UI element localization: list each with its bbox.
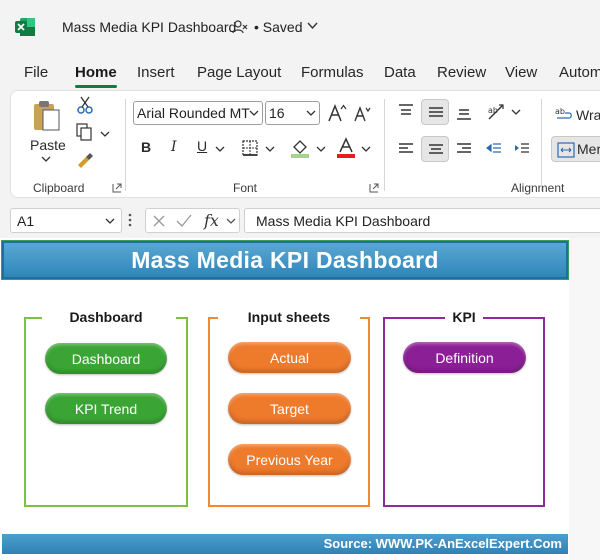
format-painter-icon[interactable]: [75, 151, 95, 169]
kpi-panel: KPI Definition: [383, 309, 545, 507]
tab-file[interactable]: File: [24, 64, 48, 81]
fill-color-chevron-down-icon[interactable]: [316, 146, 326, 153]
formula-bar: A1 fx Mass Media KPI Dashboard: [0, 200, 600, 238]
clipboard-group-label: Clipboard: [33, 181, 85, 195]
name-box[interactable]: A1: [10, 208, 122, 233]
increase-font-size-icon[interactable]: [327, 103, 347, 123]
chevron-down-icon[interactable]: [226, 218, 236, 225]
fill-color-icon[interactable]: [289, 137, 311, 159]
font-name-value: Arial Rounded MT: [137, 105, 250, 121]
copy-icon[interactable]: [75, 123, 95, 141]
svg-text:ab: ab: [555, 107, 565, 116]
merge-center-button[interactable]: Mer: [551, 136, 600, 162]
more-options-icon[interactable]: [128, 212, 132, 228]
tab-data[interactable]: Data: [384, 64, 416, 81]
tab-review[interactable]: Review: [437, 64, 486, 81]
bottom-align-icon[interactable]: [455, 105, 473, 121]
font-name-select[interactable]: Arial Rounded MT: [133, 101, 263, 125]
tab-view[interactable]: View: [505, 64, 537, 81]
dashboard-panel-title: Dashboard: [69, 309, 143, 325]
decrease-indent-icon[interactable]: [485, 141, 503, 157]
underline-chevron-down-icon[interactable]: [215, 146, 225, 153]
dashboard-button[interactable]: Dashboard: [45, 343, 167, 374]
copy-chevron-down-icon[interactable]: [100, 131, 110, 138]
separator: [125, 99, 126, 191]
title-bar: Mass Media KPI Dashboard • Saved: [0, 0, 600, 56]
wrap-text-icon[interactable]: ab: [555, 105, 573, 123]
orientation-chevron-down-icon[interactable]: [511, 109, 521, 116]
input-sheets-panel: Input sheets Actual Target Previous Year: [208, 309, 370, 507]
font-size-value: 16: [269, 105, 285, 121]
chevron-down-icon: [249, 110, 259, 116]
tab-insert[interactable]: Insert: [137, 64, 175, 81]
kpi-panel-title: KPI: [452, 309, 476, 325]
tab-page-layout[interactable]: Page Layout: [197, 64, 281, 81]
alignment-group-label: Alignment: [511, 181, 565, 195]
merge-center-label: Mer: [577, 141, 600, 157]
svg-text:ab: ab: [488, 106, 498, 115]
paste-icon[interactable]: [31, 99, 63, 133]
actual-button[interactable]: Actual: [228, 342, 351, 373]
definition-button[interactable]: Definition: [403, 342, 526, 373]
cancel-icon[interactable]: [153, 215, 165, 227]
align-center-icon: [429, 144, 443, 154]
insert-function-icon[interactable]: fx: [204, 211, 219, 230]
clipboard-launcher-icon[interactable]: [112, 183, 122, 193]
dashboard-panel: Dashboard Dashboard KPI Trend: [24, 309, 188, 507]
active-tab-indicator: [75, 85, 117, 88]
document-title[interactable]: Mass Media KPI Dashboard: [62, 19, 236, 35]
font-size-select[interactable]: 16: [265, 101, 320, 125]
italic-icon[interactable]: I: [171, 139, 177, 155]
source-footer: Source: WWW.PK-AnExcelExpert.Com: [2, 534, 568, 554]
formula-input[interactable]: Mass Media KPI Dashboard: [244, 208, 600, 233]
name-box-value: A1: [17, 213, 35, 229]
align-center-button[interactable]: [421, 136, 449, 162]
worksheet[interactable]: Mass Media KPI Dashboard Dashboard Dashb…: [0, 238, 600, 560]
ribbon-tabs: File Home Insert Page Layout Formulas Da…: [0, 56, 600, 88]
formula-actions: fx: [145, 208, 240, 233]
middle-align-icon: [429, 107, 443, 117]
align-left-icon[interactable]: [397, 141, 415, 157]
separator: [541, 99, 542, 191]
excel-logo-icon[interactable]: [14, 16, 36, 38]
font-group-label: Font: [233, 181, 258, 195]
chevron-down-icon[interactable]: [307, 22, 318, 30]
paste-chevron-down-icon[interactable]: [41, 156, 51, 163]
target-button[interactable]: Target: [228, 393, 351, 424]
orientation-icon[interactable]: ab: [485, 101, 507, 123]
font-color-chevron-down-icon[interactable]: [361, 146, 371, 153]
sheet-margin: [569, 238, 600, 560]
wrap-text-button[interactable]: Wra: [576, 107, 600, 123]
font-color-icon[interactable]: [335, 137, 357, 159]
cut-icon[interactable]: [76, 96, 94, 114]
middle-align-button[interactable]: [421, 99, 449, 125]
chevron-down-icon: [105, 218, 115, 224]
chevron-down-icon: [306, 110, 316, 116]
dashboard-banner: Mass Media KPI Dashboard: [1, 240, 569, 280]
previous-year-button[interactable]: Previous Year: [228, 444, 351, 475]
tab-home[interactable]: Home: [75, 64, 117, 81]
borders-icon[interactable]: [241, 139, 259, 157]
align-right-icon[interactable]: [455, 141, 473, 157]
kpi-trend-button[interactable]: KPI Trend: [45, 393, 167, 424]
tab-automate[interactable]: Autom: [559, 64, 600, 81]
underline-icon[interactable]: U: [197, 138, 207, 154]
input-sheets-panel-title: Input sheets: [247, 309, 331, 325]
font-launcher-icon[interactable]: [369, 183, 379, 193]
share-people-icon[interactable]: [232, 19, 248, 35]
ribbon: Paste Clipboard Arial Rounded MT 16 B I …: [10, 90, 600, 198]
enter-check-icon[interactable]: [176, 214, 192, 227]
merge-center-icon: [557, 142, 575, 158]
top-align-icon[interactable]: [397, 103, 415, 119]
separator: [384, 99, 385, 191]
paste-button[interactable]: Paste: [30, 137, 66, 153]
increase-indent-icon[interactable]: [513, 141, 531, 157]
save-status[interactable]: • Saved: [254, 19, 303, 35]
banner-title: Mass Media KPI Dashboard: [131, 246, 439, 273]
tab-formulas[interactable]: Formulas: [301, 64, 364, 81]
bold-icon[interactable]: B: [141, 139, 151, 155]
borders-chevron-down-icon[interactable]: [265, 146, 275, 153]
decrease-font-size-icon[interactable]: [353, 105, 371, 123]
